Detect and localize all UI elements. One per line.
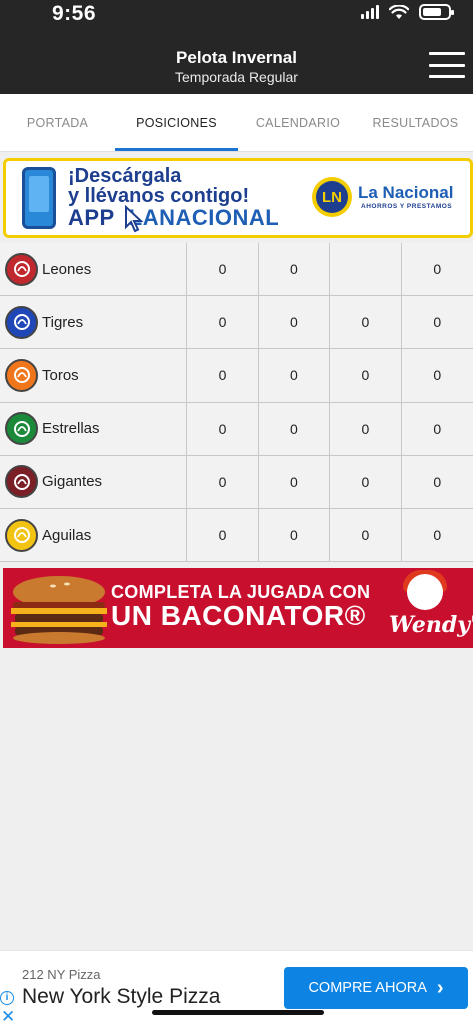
team-name: Gigantes [42, 473, 103, 491]
tab-portada[interactable]: PORTADA [0, 94, 115, 151]
tiger-logo-icon [5, 305, 38, 339]
team-cell: Toros [0, 349, 188, 402]
ad-close-icon[interactable]: ✕ [1, 1007, 15, 1024]
ad-headline: New York Style Pizza [22, 985, 221, 1008]
stat-cell: 0 [330, 508, 402, 562]
app-title: Pelota Invernal [176, 48, 297, 67]
team-cell: Leones [0, 243, 188, 296]
team-cell: Gigantes [0, 455, 188, 508]
phone-icon [22, 167, 56, 229]
stat-cell: 0 [187, 402, 259, 455]
bull-logo-icon [5, 358, 38, 392]
stat-cell: 0 [187, 455, 259, 508]
battery-icon [419, 4, 454, 20]
stat-cell: 0 [259, 455, 331, 508]
chevron-right-icon: › [436, 977, 444, 999]
team-name: Tigres [42, 313, 84, 331]
banner-brand-sub: AHORROS Y PRESTAMOS [361, 203, 453, 210]
team-name: Leones [42, 260, 92, 278]
stat-cell [330, 243, 402, 296]
banner-brand-text: LANACIONAL [128, 205, 280, 230]
burger-image-icon [11, 576, 107, 644]
giant-logo-icon [5, 465, 38, 499]
cta-label: COMPRE AHORA [308, 980, 427, 996]
stat-cell: 0 [259, 349, 331, 402]
promo-brand: Wendy's [389, 612, 473, 638]
stat-cell: 0 [259, 402, 331, 455]
ad-advertiser: 212 NY Pizza [22, 967, 101, 982]
cursor-icon [125, 205, 144, 233]
banner-line3: APP LANACIONAL [68, 205, 279, 231]
stat-cell: 0 [187, 349, 259, 402]
stat-cell: 0 [259, 243, 331, 296]
compre-ahora-button[interactable]: COMPRE AHORA › [284, 967, 468, 1009]
stat-cell: 0 [259, 296, 331, 349]
table-row[interactable]: Gigantes 0 0 0 0 [0, 455, 473, 509]
hamburger-menu-icon[interactable] [429, 52, 465, 78]
team-name: Estrellas [42, 420, 100, 438]
stat-cell: 0 [187, 508, 259, 562]
table-row[interactable]: Toros 0 0 0 0 [0, 349, 473, 403]
stat-cell: 0 [330, 296, 402, 349]
star-logo-icon [5, 412, 38, 446]
stat-cell: 0 [433, 420, 442, 437]
tab-bar: PORTADA POSICIONES CALENDARIO RESULTADOS [0, 94, 473, 152]
ad-info-icon[interactable]: i [0, 991, 14, 1005]
home-indicator [152, 1010, 324, 1015]
app-header: 9:56 Pelota Invernal Temporada Regular [0, 0, 473, 94]
table-row[interactable]: Tigres 0 0 0 0 [0, 296, 473, 350]
stat-cell: 0 [433, 527, 442, 544]
banner-brand-name: La Nacional [358, 183, 454, 202]
stat-cell: 0 [433, 473, 442, 490]
team-cell: Aguilas [0, 508, 188, 562]
team-cell: Tigres [0, 296, 188, 349]
tab-posiciones[interactable]: POSICIONES [115, 94, 238, 151]
stat-cell: 0 [187, 243, 259, 296]
lion-logo-icon [5, 252, 38, 286]
table-row[interactable]: Estrellas 0 0 0 0 [0, 402, 473, 456]
stat-cell: 0 [187, 296, 259, 349]
team-name: Toros [42, 366, 79, 384]
tab-resultados[interactable]: RESULTADOS [358, 94, 473, 151]
stat-cell: 0 [330, 455, 402, 508]
la-nacional-logo-icon: LN [312, 177, 352, 217]
stat-cell: 0 [433, 367, 442, 384]
status-icons [361, 4, 454, 20]
table-row[interactable]: Aguilas 0 0 0 0 [0, 508, 473, 563]
tab-calendario[interactable]: CALENDARIO [238, 94, 358, 151]
stat-cell: 0 [330, 349, 402, 402]
signal-icon [361, 5, 379, 19]
team-cell: Estrellas [0, 402, 188, 455]
promo-line2: UN BACONATOR® [111, 600, 366, 631]
stat-cell: 0 [259, 508, 331, 562]
table-row[interactable]: Leones 0 0 0 [0, 243, 473, 297]
team-name: Aguilas [42, 526, 92, 544]
wendys-ad[interactable]: COMPLETA LA JUGADA CON UN BACONATOR® Wen… [3, 568, 473, 648]
eagle-logo-icon [5, 518, 38, 552]
stat-cell: 0 [433, 314, 442, 331]
status-time: 9:56 [52, 2, 97, 25]
stat-cell: 0 [433, 261, 442, 278]
standings-table: Leones 0 0 0 Tigres 0 0 0 0 Toros 0 0 0 0 Estrellas 0 0 0… [0, 243, 473, 563]
stat-cell: 0 [330, 402, 402, 455]
wifi-icon [389, 4, 409, 19]
app-subtitle: Temporada Regular [175, 69, 298, 85]
banner-ad[interactable]: ¡Descárgala y llévanos contigo! APP LANAC… [3, 158, 473, 238]
banner-app-text: APP [68, 205, 115, 230]
